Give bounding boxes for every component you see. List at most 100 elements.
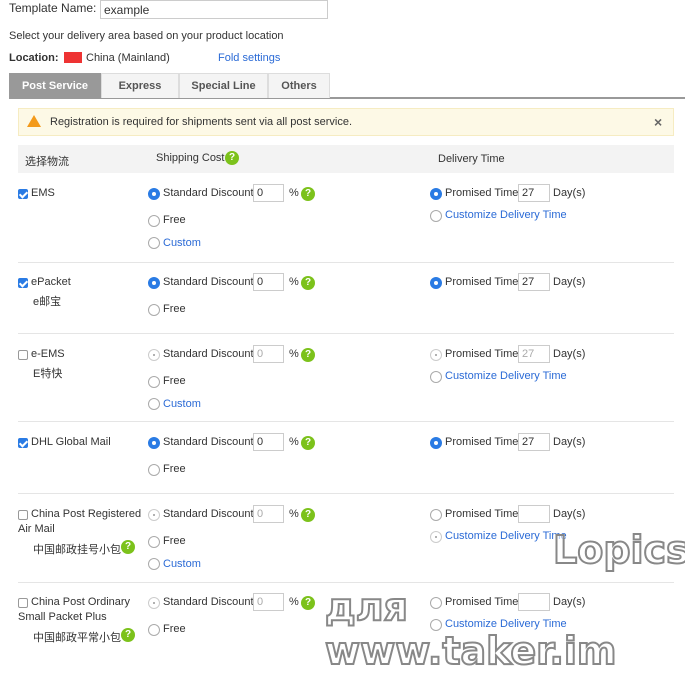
free-radio[interactable] <box>148 464 160 476</box>
service-chinese-name: 中国邮政挂号小包 <box>33 544 121 556</box>
tab-express[interactable]: Express <box>101 73 179 98</box>
customize-time-radio[interactable] <box>430 531 442 543</box>
instruction-text: Select your delivery area based on your … <box>9 30 284 42</box>
percent-label: % <box>289 436 299 448</box>
row-divider <box>18 493 674 494</box>
service-name-cont: Small Packet Plus <box>18 611 107 623</box>
discount-input[interactable] <box>253 184 284 202</box>
service-chinese-name: e邮宝 <box>33 296 62 308</box>
tab-others[interactable]: Others <box>268 73 330 98</box>
free-radio[interactable] <box>148 376 160 388</box>
promised-time-label: Promised Time <box>445 276 519 288</box>
standard-discount-label: Standard Discount <box>163 436 254 448</box>
days-label: Day(s) <box>553 508 586 520</box>
standard-discount-radio[interactable] <box>148 437 160 449</box>
custom-link[interactable]: Custom <box>163 558 201 570</box>
free-radio[interactable] <box>148 304 160 316</box>
discount-input[interactable] <box>253 345 284 363</box>
custom-radio[interactable] <box>148 558 160 570</box>
free-label: Free <box>163 303 186 315</box>
customize-time-radio[interactable] <box>430 210 442 222</box>
service-name: e-EMS <box>31 348 65 360</box>
standard-discount-radio[interactable] <box>148 188 160 200</box>
service-name-cont: Air Mail <box>18 523 55 535</box>
percent-label: % <box>289 187 299 199</box>
china-flag-icon <box>64 52 82 63</box>
help-icon[interactable]: ? <box>121 540 135 554</box>
row-divider <box>18 421 674 422</box>
customize-delivery-time-link[interactable]: Customize Delivery Time <box>445 209 567 221</box>
percent-label: % <box>289 348 299 360</box>
standard-discount-radio[interactable] <box>148 509 160 521</box>
free-radio[interactable] <box>148 215 160 227</box>
row-divider <box>18 262 674 263</box>
customize-delivery-time-link[interactable]: Customize Delivery Time <box>445 530 567 542</box>
promised-time-radio[interactable] <box>430 509 442 521</box>
promised-time-radio[interactable] <box>430 277 442 289</box>
table-header: 选择物流 Shipping Cost ? Delivery Time <box>18 145 674 173</box>
customize-delivery-time-link[interactable]: Customize Delivery Time <box>445 370 567 382</box>
service-checkbox[interactable] <box>18 598 28 608</box>
days-input[interactable] <box>518 433 550 451</box>
promised-time-radio[interactable] <box>430 437 442 449</box>
days-input[interactable] <box>518 505 550 523</box>
discount-input[interactable] <box>253 593 284 611</box>
help-icon[interactable]: ? <box>301 596 315 610</box>
customize-time-radio[interactable] <box>430 371 442 383</box>
promised-time-radio[interactable] <box>430 349 442 361</box>
custom-link[interactable]: Custom <box>163 398 201 410</box>
standard-discount-label: Standard Discount <box>163 596 254 608</box>
free-radio[interactable] <box>148 624 160 636</box>
discount-input[interactable] <box>253 433 284 451</box>
service-checkbox[interactable] <box>18 189 28 199</box>
tab-special-line[interactable]: Special Line <box>179 73 268 98</box>
service-checkbox[interactable] <box>18 510 28 520</box>
help-icon[interactable]: ? <box>301 436 315 450</box>
free-label: Free <box>163 623 186 635</box>
service-checkbox[interactable] <box>18 350 28 360</box>
service-checkbox[interactable] <box>18 278 28 288</box>
days-label: Day(s) <box>553 348 586 360</box>
percent-label: % <box>289 596 299 608</box>
service-checkbox[interactable] <box>18 438 28 448</box>
header-logistics: 选择物流 <box>25 156 69 168</box>
days-input[interactable] <box>518 184 550 202</box>
warning-text: Registration is required for shipments s… <box>50 116 353 128</box>
row-divider <box>18 582 674 583</box>
help-icon[interactable]: ? <box>301 187 315 201</box>
close-icon[interactable]: × <box>654 114 662 130</box>
percent-label: % <box>289 276 299 288</box>
discount-input[interactable] <box>253 505 284 523</box>
template-name-input[interactable] <box>100 0 328 19</box>
free-radio[interactable] <box>148 536 160 548</box>
standard-discount-radio[interactable] <box>148 349 160 361</box>
promised-time-radio[interactable] <box>430 188 442 200</box>
custom-link[interactable]: Custom <box>163 237 201 249</box>
days-input[interactable] <box>518 273 550 291</box>
days-input[interactable] <box>518 345 550 363</box>
standard-discount-label: Standard Discount <box>163 276 254 288</box>
days-label: Day(s) <box>553 436 586 448</box>
discount-input[interactable] <box>253 273 284 291</box>
service-name: DHL Global Mail <box>31 436 111 448</box>
standard-discount-label: Standard Discount <box>163 348 254 360</box>
promised-time-label: Promised Time <box>445 348 519 360</box>
help-icon[interactable]: ? <box>121 628 135 642</box>
tab-post-service[interactable]: Post Service <box>9 73 101 98</box>
help-icon[interactable]: ? <box>301 508 315 522</box>
standard-discount-radio[interactable] <box>148 277 160 289</box>
standard-discount-label: Standard Discount <box>163 187 254 199</box>
service-name: China Post Ordinary <box>31 596 131 608</box>
service-chinese-name: 中国邮政平常小包+ <box>33 632 128 644</box>
row-divider <box>18 333 674 334</box>
custom-radio[interactable] <box>148 398 160 410</box>
standard-discount-radio[interactable] <box>148 597 160 609</box>
custom-radio[interactable] <box>148 237 160 249</box>
warning-icon <box>27 115 41 127</box>
service-name: China Post Registered <box>31 508 142 520</box>
fold-settings-link[interactable]: Fold settings <box>218 52 280 64</box>
help-icon[interactable]: ? <box>301 348 315 362</box>
standard-discount-label: Standard Discount <box>163 508 254 520</box>
help-icon[interactable]: ? <box>301 276 315 290</box>
help-icon[interactable]: ? <box>225 151 239 165</box>
